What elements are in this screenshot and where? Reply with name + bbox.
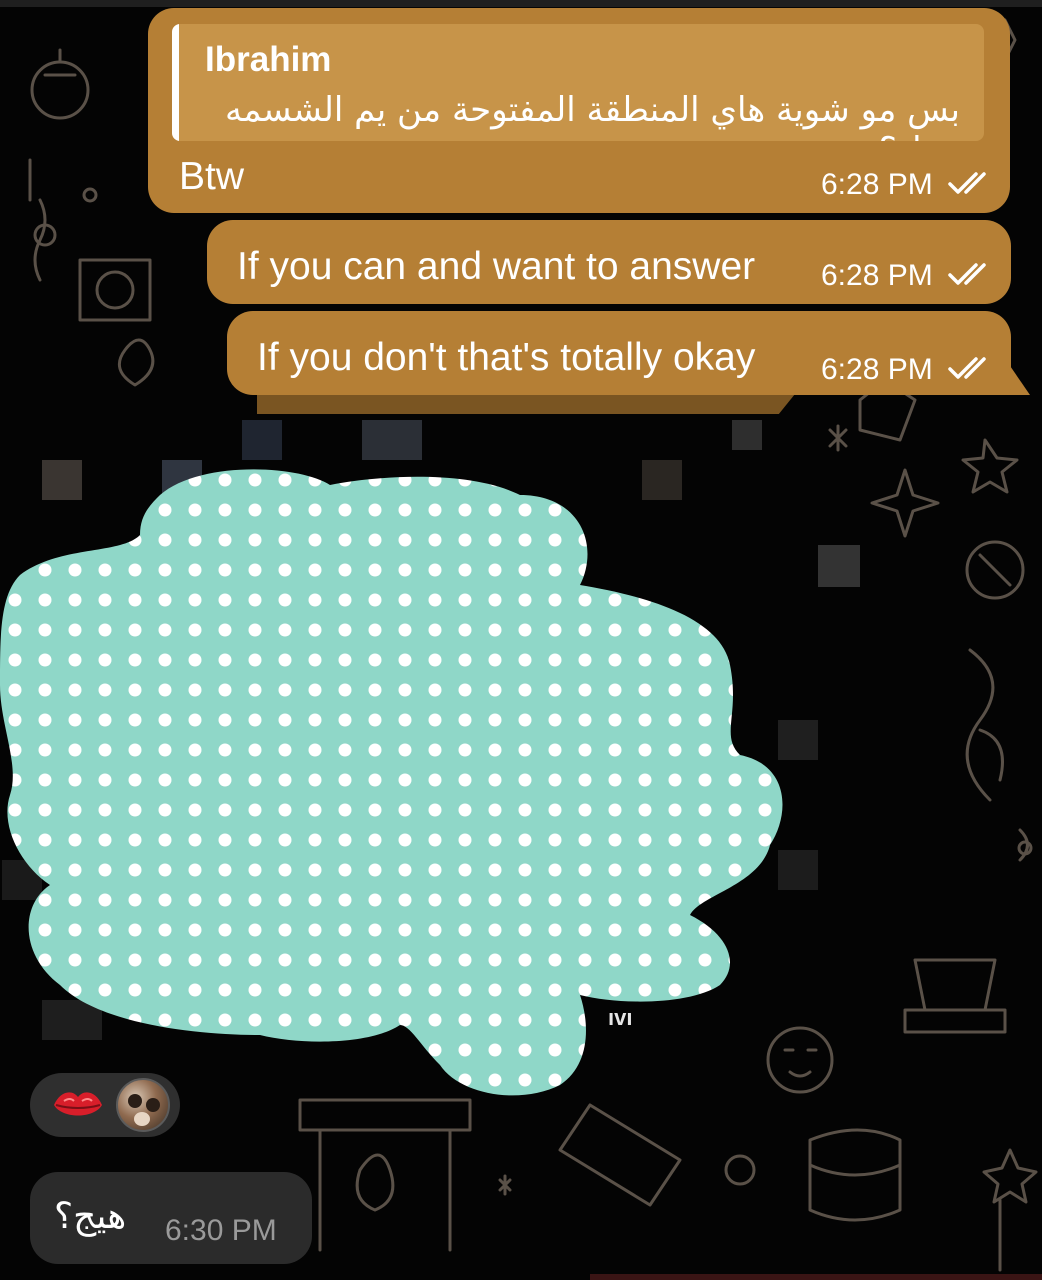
reaction-pill[interactable] bbox=[30, 1073, 180, 1137]
message-text: هيج؟ bbox=[54, 1196, 127, 1237]
message-text: Btw bbox=[179, 155, 245, 198]
media-time-fragment: ıvı bbox=[608, 1005, 633, 1030]
message-text: If you don't that's totally okay bbox=[257, 336, 756, 379]
reply-author: Ibrahim bbox=[205, 40, 332, 79]
message-text: If you can and want to answer bbox=[237, 245, 756, 288]
double-check-icon bbox=[948, 263, 986, 285]
double-check-icon bbox=[948, 357, 986, 379]
message-time: 6:28 PM bbox=[821, 259, 933, 292]
redaction-blob bbox=[0, 469, 783, 1096]
message-time: 6:28 PM bbox=[821, 353, 933, 386]
message-bubble-outgoing-3[interactable]: If you don't that's totally okay 6:28 PM bbox=[227, 311, 1011, 395]
reply-preview[interactable]: Ibrahim بس مو شوية هاي المنطقة المفتوحة … bbox=[172, 24, 984, 141]
lips-kiss-icon bbox=[54, 1092, 102, 1116]
message-bubble-outgoing-1[interactable]: Ibrahim بس مو شوية هاي المنطقة المفتوحة … bbox=[148, 8, 1010, 213]
double-check-icon bbox=[948, 172, 986, 194]
message-time: 6:30 PM bbox=[165, 1214, 277, 1247]
message-bubble-outgoing-2[interactable]: If you can and want to answer 6:28 PM bbox=[207, 220, 1011, 304]
bottom-edge bbox=[590, 1274, 1042, 1280]
reactor-avatar[interactable] bbox=[116, 1078, 170, 1132]
message-time: 6:28 PM bbox=[821, 168, 933, 201]
message-bubble-incoming[interactable]: هيج؟ 6:30 PM bbox=[30, 1172, 312, 1264]
chat-screen: Ibrahim بس مو شوية هاي المنطقة المفتوحة … bbox=[0, 0, 1042, 1280]
reply-text: بس مو شوية هاي المنطقة المفتوحة من يم ال… bbox=[224, 90, 960, 141]
